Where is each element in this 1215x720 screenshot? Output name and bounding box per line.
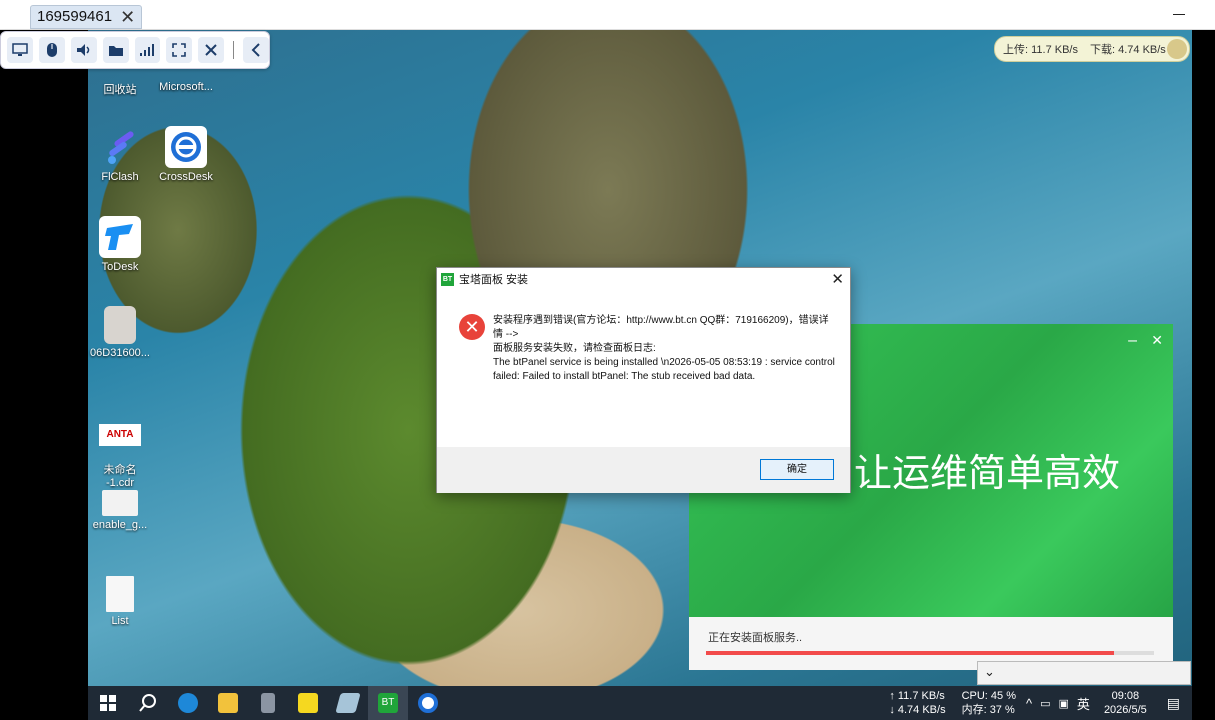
desktop-icon-label: Microsoft... — [159, 81, 213, 93]
folder-icon[interactable] — [102, 37, 129, 63]
ime-indicator[interactable]: 英 — [1077, 694, 1090, 713]
system-tray: ↑ 11.7 KB/s ↓ 4.74 KB/s CPU: 45 % 内存: 37… — [889, 686, 1192, 720]
image-file-icon — [104, 306, 136, 344]
client-title-bar: 169599461 ✕ — [0, 0, 1215, 30]
flclash-icon — [99, 126, 141, 168]
chevron-down-icon[interactable]: ⌄ — [984, 664, 995, 680]
search-icon[interactable] — [128, 686, 168, 720]
tray-upload: ↑ 11.7 KB/s — [889, 690, 945, 702]
desktop-icon-list[interactable]: List — [88, 576, 152, 627]
taskbar-bt-installer[interactable]: BT — [368, 686, 408, 720]
fullscreen-icon[interactable] — [166, 37, 193, 63]
anta-logo-icon: ANTA — [99, 424, 141, 446]
taskbar-crossdesk-icon[interactable] — [408, 686, 448, 720]
notification-icon[interactable]: ▤ — [1167, 695, 1180, 712]
dialog-title-bar: BT 宝塔面板 安装 — [437, 268, 850, 290]
desktop-icon-cdr-file[interactable]: ANTA 未命名 -1.cdr — [88, 412, 152, 489]
desktop-icon-label: 回收站 — [103, 84, 137, 96]
taskbar-explorer-icon[interactable] — [208, 686, 248, 720]
network-icon[interactable]: ▭ — [1040, 697, 1050, 710]
volume-icon[interactable] — [70, 37, 97, 63]
desktop-icon-label: List — [111, 615, 129, 627]
installer-slogan: 让运维简单高效 — [854, 451, 1121, 495]
desktop-icon-label: 未命名 -1.cdr — [103, 464, 137, 489]
collapse-icon[interactable] — [243, 37, 269, 63]
clock[interactable]: 09:08 2026/5/5 — [1104, 689, 1147, 717]
error-message: 安装程序遇到错误(官方论坛：http://www.bt.cn QQ群：71916… — [493, 314, 838, 384]
mascot-icon — [1167, 39, 1187, 59]
todesk-icon — [99, 216, 141, 258]
remote-screen[interactable]: 上传: 11.7 KB/s 下载: 4.74 KB/s 回收站 Microsof… — [88, 30, 1192, 720]
network-speed-widget: 上传: 11.7 KB/s 下载: 4.74 KB/s — [994, 36, 1190, 62]
taskbar-edge-icon[interactable] — [168, 686, 208, 720]
desktop-icon-enable-g[interactable]: enable_g... — [88, 490, 152, 531]
monitor-icon[interactable] — [7, 37, 33, 63]
desktop-icon-flclash[interactable]: FlClash — [88, 126, 152, 183]
installer-status-text: 正在安装面板服务.. — [708, 632, 803, 644]
remote-toolbar — [0, 31, 270, 69]
installer-minimize-icon[interactable]: – — [1128, 332, 1137, 350]
taskbar: BT ↑ 11.7 KB/s ↓ 4.74 KB/s CPU: 45 % 内存:… — [88, 686, 1192, 720]
dialog-close-icon[interactable]: ✕ — [831, 270, 844, 288]
resource-monitor: CPU: 45 % 内存: 37 % — [962, 689, 1016, 717]
clock-time: 09:08 — [1111, 690, 1140, 702]
bt-app-icon: BT — [441, 272, 454, 286]
taskbar-calculator-icon[interactable] — [248, 686, 288, 720]
toolbar-divider — [233, 41, 235, 59]
desktop-icon-label: FlClash — [101, 171, 139, 183]
ok-button[interactable]: 确定 — [760, 459, 834, 480]
desktop-icon-image-file[interactable]: 06D31600... — [88, 306, 152, 359]
desktop-icon-label: 06D31600... — [90, 347, 150, 359]
desktop-icon-label: ToDesk — [101, 261, 139, 273]
dialog-footer: 确定 — [437, 447, 850, 493]
session-tab[interactable]: 169599461 ✕ — [30, 5, 143, 29]
text-file-icon — [106, 576, 134, 612]
error-icon: ✕ — [459, 314, 485, 340]
desktop-icon-label: CrossDesk — [159, 171, 213, 183]
signal-icon[interactable] — [134, 37, 161, 63]
cpu-usage: CPU: 45 % — [961, 690, 1016, 702]
error-line: 面板服务安装失败，请检查面板日志: — [493, 343, 656, 354]
start-button[interactable] — [88, 686, 128, 720]
error-line: 安装程序遇到错误(官方论坛：http://www.bt.cn QQ群：71916… — [493, 315, 829, 340]
display-icon[interactable]: ▣ — [1059, 697, 1069, 710]
tray-overflow-popup[interactable]: ⌄ — [977, 661, 1191, 685]
install-error-dialog[interactable]: BT 宝塔面板 安装 ✕ ✕ 安装程序遇到错误(官方论坛：http://www.… — [436, 267, 851, 493]
dialog-body: ✕ 安装程序遇到错误(官方论坛：http://www.bt.cn QQ群：719… — [437, 290, 850, 447]
desktop-icon-todesk[interactable]: ToDesk — [88, 216, 152, 273]
install-progress-fill — [706, 651, 1114, 655]
taskbar-app-icon[interactable] — [328, 686, 368, 720]
bt-taskbar-icon: BT — [378, 693, 398, 713]
close-icon[interactable] — [198, 37, 225, 63]
tray-download: ↓ 4.74 KB/s — [889, 704, 946, 716]
net-speed-tray: ↑ 11.7 KB/s ↓ 4.74 KB/s — [889, 689, 945, 717]
install-progress-bar — [706, 651, 1154, 655]
dialog-title: 宝塔面板 安装 — [459, 274, 529, 286]
mouse-icon[interactable] — [38, 37, 65, 63]
desktop-icon-crossdesk[interactable]: CrossDesk — [154, 126, 218, 183]
download-speed: 下载: 4.74 KB/s — [1090, 44, 1166, 56]
chevron-up-icon[interactable]: ^ — [1026, 696, 1032, 711]
gear-settings-icon — [102, 490, 138, 516]
session-tab-label: 169599461 — [37, 8, 113, 25]
desktop-icon-label: enable_g... — [92, 519, 148, 531]
error-line: The btPanel service is being installed \… — [493, 357, 835, 382]
crossdesk-icon — [165, 126, 207, 168]
close-tab-icon[interactable]: ✕ — [120, 6, 135, 28]
installer-close-icon[interactable]: ✕ — [1151, 332, 1163, 349]
upload-speed: 上传: 11.7 KB/s — [1003, 44, 1078, 56]
clock-date: 2026/5/5 — [1103, 704, 1147, 716]
taskbar-sticky-notes-icon[interactable] — [288, 686, 328, 720]
memory-usage: 内存: 37 % — [961, 704, 1015, 716]
minimize-icon[interactable] — [1173, 6, 1187, 20]
